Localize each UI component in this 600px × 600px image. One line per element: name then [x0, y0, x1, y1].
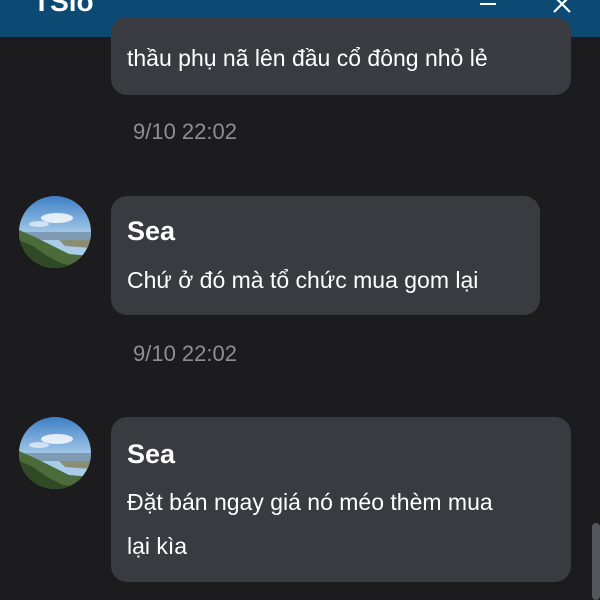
message-bubble[interactable]: thầu phụ nã lên đầu cổ đông nhỏ lẻ	[111, 17, 571, 95]
landscape-avatar-icon	[19, 196, 91, 268]
scrollbar-thumb[interactable]	[592, 523, 600, 600]
message-timestamp: 9/10 22:02	[133, 341, 237, 366]
message-text-line: Đặt bán ngay giá nó méo thèm mua	[127, 489, 493, 515]
close-icon	[553, 0, 571, 13]
landscape-avatar-icon	[19, 417, 91, 489]
message-text: thầu phụ nã lên đầu cổ đông nhỏ lẻ	[127, 45, 488, 71]
message-timestamp: 9/10 22:02	[133, 119, 237, 144]
message-text-line: lại kìa	[127, 533, 188, 559]
message-text: Chứ ở đó mà tổ chức mua gom lại	[127, 267, 479, 293]
message-bubble[interactable]: Sea Đặt bán ngay giá nó méo thèm mua lại…	[111, 417, 571, 582]
message-list[interactable]: thầu phụ nã lên đầu cổ đông nhỏ lẻ 9/10 …	[0, 17, 600, 600]
sender-name[interactable]: Sea	[127, 216, 175, 247]
window-title: TSlò	[33, 0, 94, 17]
chat-window: TSlò thầu phụ nã lên đầu cổ đông nhỏ lẻ …	[0, 0, 600, 600]
message-bubble[interactable]: Sea Chứ ở đó mà tổ chức mua gom lại	[111, 196, 540, 315]
avatar[interactable]	[19, 196, 91, 268]
avatar[interactable]	[19, 417, 91, 489]
sender-name[interactable]: Sea	[127, 439, 175, 470]
minimize-icon	[480, 3, 496, 5]
